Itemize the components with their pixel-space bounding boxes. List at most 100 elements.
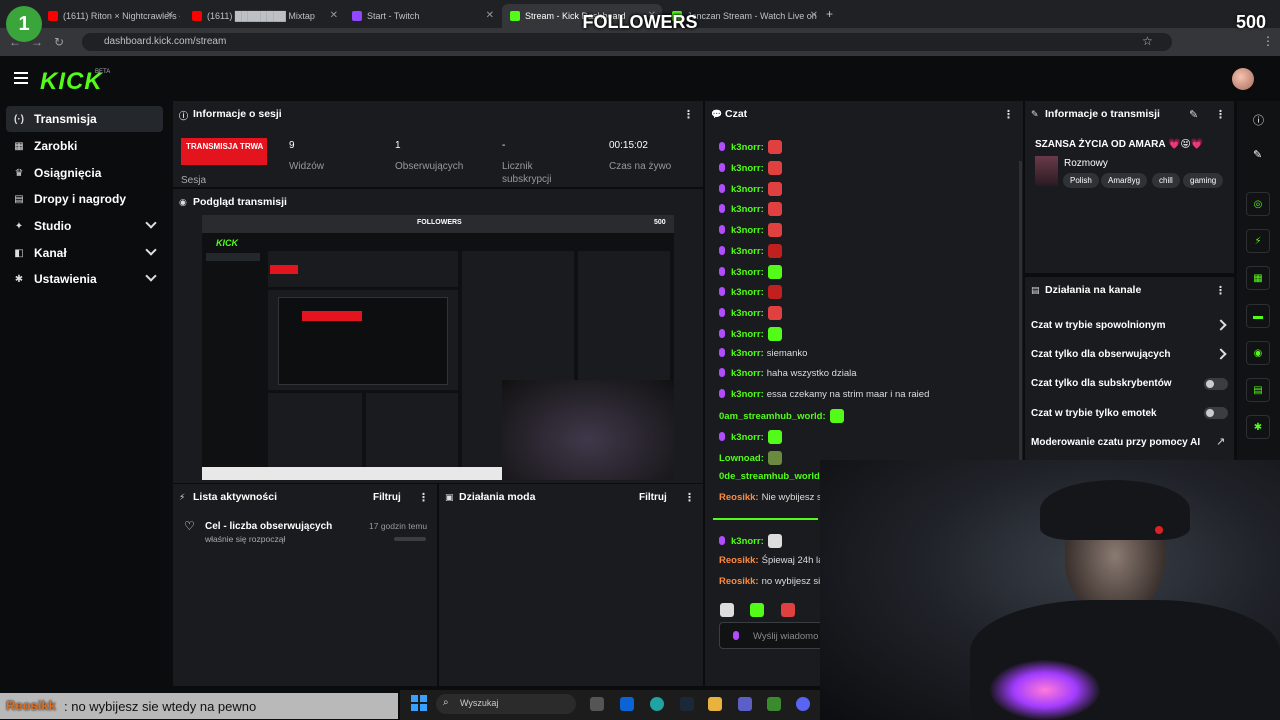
outlook-icon[interactable] bbox=[620, 697, 634, 711]
browser-menu-icon[interactable]: ⋮ bbox=[1262, 34, 1274, 48]
chat-username[interactable]: k3norr: bbox=[731, 184, 764, 195]
task-view-icon[interactable] bbox=[590, 697, 604, 711]
kick-logo[interactable]: KICK bbox=[40, 68, 103, 96]
close-icon[interactable]: ✕ bbox=[166, 10, 174, 21]
emote-icon bbox=[767, 327, 782, 341]
overlay-chat-message: : no wybijesz sie wtedy na pewno bbox=[64, 699, 257, 714]
chat-username[interactable]: 0am_streamhub_world: bbox=[719, 411, 826, 422]
sidebar-item-zarobki[interactable]: ▦ Zarobki bbox=[6, 133, 163, 159]
browser-tab-twitch[interactable]: Start - Twitch ✕ bbox=[344, 4, 500, 28]
file-explorer-icon[interactable] bbox=[708, 697, 722, 711]
chat-username[interactable]: k3norr: bbox=[731, 308, 764, 319]
emote-only-toggle[interactable] bbox=[1204, 407, 1228, 419]
chat-username[interactable]: 0de_streamhub_world: bbox=[719, 471, 823, 482]
sidebar-item-kanal[interactable]: ◧ Kanał bbox=[6, 240, 163, 266]
pencil-icon[interactable]: ✎ bbox=[1253, 148, 1262, 161]
edit-icon[interactable]: ✎ bbox=[1189, 108, 1198, 121]
reload-icon[interactable]: ↻ bbox=[48, 35, 70, 49]
chat-username[interactable]: k3norr: bbox=[731, 163, 764, 174]
session-info-title: Informacje o sesji bbox=[193, 108, 282, 120]
new-tab-button[interactable]: + bbox=[826, 7, 833, 21]
activity-item-time: 17 godzin temu bbox=[369, 521, 428, 531]
external-link-icon[interactable]: ↗ bbox=[1216, 435, 1225, 448]
chat-username[interactable]: k3norr: bbox=[731, 204, 764, 215]
browser-tab-youtube-1[interactable]: (1611) Riton × Nightcrawlers - ✕ bbox=[40, 4, 180, 28]
chat-username[interactable]: k3norr: bbox=[731, 329, 764, 340]
chat-username[interactable]: k3norr: bbox=[731, 389, 764, 400]
mod-filter-button[interactable]: Filtruj bbox=[639, 492, 667, 503]
chat-message: k3norr: bbox=[719, 244, 782, 258]
sidebar-item-dropy[interactable]: ▤ Dropy i nagrody bbox=[6, 186, 163, 212]
bookmark-star-icon[interactable]: ☆ bbox=[1142, 34, 1153, 48]
rail-list-icon[interactable]: ▦ bbox=[1246, 266, 1270, 290]
subs-only-toggle[interactable] bbox=[1204, 378, 1228, 390]
overlay-badge: 1 bbox=[6, 6, 42, 42]
steam-icon[interactable] bbox=[680, 697, 694, 711]
chat-new-messages-divider bbox=[713, 518, 818, 520]
info-icon[interactable]: ⓘ bbox=[1253, 112, 1264, 128]
close-icon[interactable]: ✕ bbox=[810, 10, 818, 21]
chat-username[interactable]: k3norr: bbox=[731, 536, 764, 547]
live-status-badge: TRANSMISJA TRWA bbox=[181, 138, 267, 165]
rail-focus-icon[interactable]: ◎ bbox=[1246, 192, 1270, 216]
chat-username[interactable]: Reosikk: bbox=[719, 576, 759, 587]
teams-icon[interactable] bbox=[738, 697, 752, 711]
chat-username[interactable]: k3norr: bbox=[731, 368, 764, 379]
followers-only-item[interactable]: Czat tylko dla obserwujących bbox=[1031, 349, 1171, 360]
chat-username[interactable]: k3norr: bbox=[731, 246, 764, 257]
more-options-icon[interactable]: ⋮ bbox=[1003, 108, 1014, 121]
rail-chat-icon[interactable]: ▬ bbox=[1246, 304, 1270, 328]
menu-icon[interactable] bbox=[14, 72, 28, 84]
chat-input[interactable]: Wyślij wiadomo bbox=[719, 622, 829, 649]
chat-username[interactable]: k3norr: bbox=[731, 225, 764, 236]
chat-username[interactable]: Lownoad: bbox=[719, 453, 764, 464]
sidebar-item-ustawienia[interactable]: ✱ Ustawienia bbox=[6, 266, 163, 292]
discord-icon[interactable] bbox=[796, 697, 810, 711]
rail-bolt-icon[interactable]: ⚡ bbox=[1246, 229, 1270, 253]
stream-preview-header: ◉ Podgląd transmisji bbox=[173, 189, 703, 215]
emote-icon[interactable] bbox=[780, 603, 795, 617]
sidebar-item-studio[interactable]: ✦ Studio bbox=[6, 213, 163, 239]
windows-start-icon[interactable] bbox=[411, 695, 427, 711]
more-options-icon[interactable]: ⋮ bbox=[683, 108, 694, 121]
edge-icon[interactable] bbox=[650, 697, 664, 711]
chat-username[interactable]: k3norr: bbox=[731, 432, 764, 443]
rail-broadcast-icon[interactable]: ◉ bbox=[1246, 341, 1270, 365]
chat-username[interactable]: Reosikk: bbox=[719, 492, 759, 503]
more-options-icon[interactable]: ⋮ bbox=[1215, 284, 1226, 297]
emote-icon[interactable] bbox=[720, 603, 734, 617]
category-name: Rozmowy bbox=[1064, 158, 1108, 169]
chat-username[interactable]: k3norr: bbox=[731, 348, 764, 359]
chat-username[interactable]: Reosikk: bbox=[719, 555, 759, 566]
chat-message: k3norr: bbox=[719, 202, 782, 216]
more-options-icon[interactable]: ⋮ bbox=[684, 491, 695, 504]
mic-icon bbox=[719, 432, 725, 441]
stream-preview-video[interactable]: FOLLOWERS 500 KICK bbox=[202, 215, 674, 480]
sidebar-item-osiagniecia[interactable]: ♛ Osiągnięcia bbox=[6, 160, 163, 186]
avatar[interactable] bbox=[1232, 68, 1254, 90]
emote-icon[interactable] bbox=[750, 603, 765, 617]
chat-username[interactable]: k3norr: bbox=[731, 267, 764, 278]
sidebar-item-transmisja[interactable]: (·) Transmisja bbox=[6, 106, 163, 132]
ai-moderation-item[interactable]: Moderowanie czatu przy pomocy AI bbox=[1031, 437, 1200, 448]
chat-username[interactable]: k3norr: bbox=[731, 142, 764, 153]
url-field[interactable]: dashboard.kick.com/stream bbox=[82, 33, 1172, 51]
mic-icon bbox=[733, 631, 739, 640]
chat-username[interactable]: k3norr: bbox=[731, 287, 764, 298]
beta-label: BETA bbox=[95, 69, 111, 75]
emote-icon bbox=[767, 534, 782, 548]
activity-filter-button[interactable]: Filtruj bbox=[373, 492, 401, 503]
more-options-icon[interactable]: ⋮ bbox=[1215, 108, 1226, 121]
close-icon[interactable]: ✕ bbox=[486, 10, 494, 21]
taskbar-search[interactable]: ⌕ Wyszukaj bbox=[436, 694, 576, 714]
viewers-label: Widzów bbox=[289, 161, 325, 172]
close-icon[interactable]: ✕ bbox=[330, 10, 338, 21]
heart-icon: ♡ bbox=[184, 519, 195, 533]
browser-tab-youtube-2[interactable]: (1611) ████████ Mixtap ✕ bbox=[184, 4, 344, 28]
minecraft-icon[interactable] bbox=[767, 697, 781, 711]
more-options-icon[interactable]: ⋮ bbox=[418, 491, 429, 504]
emote-icon bbox=[767, 265, 782, 279]
rail-tools-icon[interactable]: ✱ bbox=[1246, 415, 1270, 439]
slow-mode-item[interactable]: Czat w trybie spowolnionym bbox=[1031, 320, 1165, 331]
rail-layout-icon[interactable]: ▤ bbox=[1246, 378, 1270, 402]
